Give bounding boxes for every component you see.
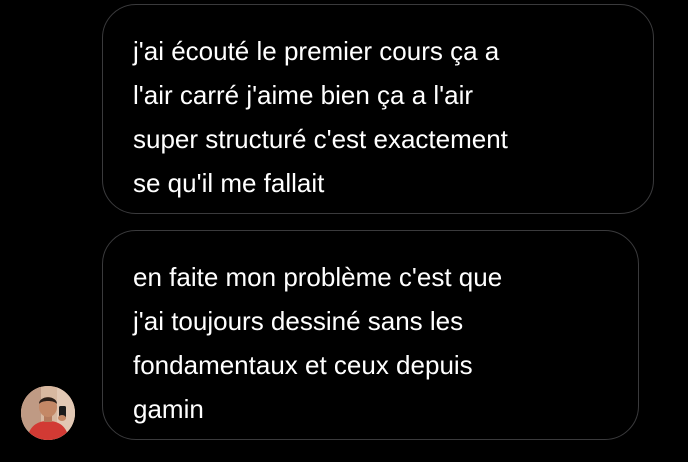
message-text-line: j'ai toujours dessiné sans les bbox=[133, 306, 464, 336]
sender-avatar[interactable] bbox=[21, 386, 75, 440]
message-bubble[interactable]: en faite mon problème c'est que j'ai tou… bbox=[102, 230, 639, 440]
avatar-photo-icon bbox=[21, 386, 75, 440]
message-bubble[interactable]: j'ai écouté le premier cours ça a l'air … bbox=[102, 4, 654, 214]
message-text-line: super structuré c'est exactement bbox=[133, 124, 508, 154]
message-text-line: se qu'il me fallait bbox=[133, 168, 325, 198]
message-thread: j'ai écouté le premier cours ça a l'air … bbox=[0, 0, 688, 462]
message-text-line: j'ai écouté le premier cours ça a bbox=[133, 36, 500, 66]
message-text-line: en faite mon problème c'est que bbox=[133, 262, 503, 292]
message-text-line: fondamentaux et ceux depuis bbox=[133, 350, 473, 380]
message-text-line: gamin bbox=[133, 394, 204, 424]
message-text-line: l'air carré j'aime bien ça a l'air bbox=[133, 80, 474, 110]
